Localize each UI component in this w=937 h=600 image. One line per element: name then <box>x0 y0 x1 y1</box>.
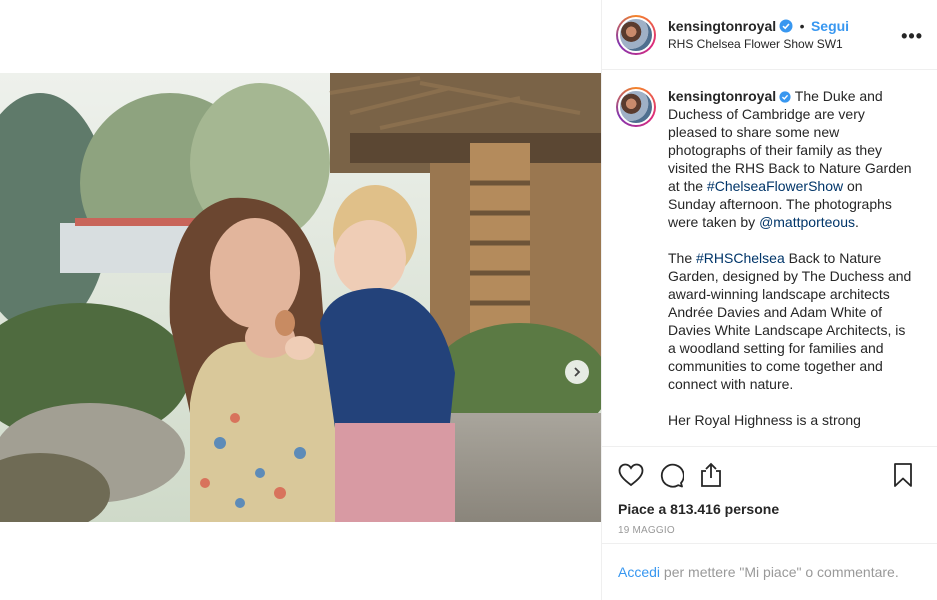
separator-dot: • <box>799 18 805 34</box>
post-sidebar: kensingtonroyal • Segui RHS Chelsea Flow… <box>601 0 937 600</box>
action-icons <box>618 459 921 491</box>
post-header: kensingtonroyal • Segui RHS Chelsea Flow… <box>602 0 937 70</box>
post-actions: Piace a 813.416 persone 19 MAGGIO <box>602 446 937 536</box>
like-button[interactable] <box>618 462 644 488</box>
media-pane <box>0 0 601 600</box>
hashtag-link[interactable]: #RHSChelsea <box>696 250 785 266</box>
caption-paragraph-3: Her Royal Highness is a strong <box>668 411 913 429</box>
caption-username-link[interactable]: kensingtonroyal <box>668 88 776 104</box>
mention-link[interactable]: @mattporteous <box>759 214 855 230</box>
caption: kensingtonroyal The Duke and Duchess of … <box>616 87 921 446</box>
caption-text-part: Her Royal Highness is a strong <box>668 412 861 428</box>
header-text: kensingtonroyal • Segui RHS Chelsea Flow… <box>668 17 849 52</box>
more-options-button[interactable]: ••• <box>901 26 923 47</box>
comment-button[interactable] <box>658 462 684 488</box>
verified-badge-icon <box>779 19 793 33</box>
login-prompt: Accedi per mettere "Mi piace" o commenta… <box>602 543 937 600</box>
post-photo[interactable] <box>0 73 601 522</box>
photo-illustration <box>0 73 601 522</box>
caption-text-part: The <box>668 250 697 266</box>
bookmark-icon <box>894 463 912 487</box>
post-date: 19 MAGGIO <box>618 525 675 536</box>
caption-paragraph-1: kensingtonroyal The Duke and Duchess of … <box>668 87 913 231</box>
location-link[interactable]: RHS Chelsea Flower Show SW1 <box>668 37 849 52</box>
caption-text: kensingtonroyal The Duke and Duchess of … <box>668 87 913 446</box>
avatar-image <box>618 89 654 125</box>
caption-paragraph-2: The #RHSChelsea Back to Nature Garden, d… <box>668 249 913 393</box>
save-button[interactable] <box>893 462 913 493</box>
likes-count[interactable]: Piace a 813.416 persone <box>618 501 921 517</box>
login-link[interactable]: Accedi <box>618 564 660 580</box>
login-prompt-text: per mettere "Mi piace" o commentare. <box>660 564 899 580</box>
avatar[interactable] <box>616 14 656 55</box>
share-icon <box>701 462 721 487</box>
avatar-image <box>618 16 654 53</box>
caption-text-part: . <box>854 214 859 230</box>
verified-badge-icon <box>779 91 791 103</box>
caption-scroll-area[interactable]: kensingtonroyal The Duke and Duchess of … <box>602 71 937 446</box>
heart-icon <box>618 463 644 487</box>
comment-icon <box>660 463 684 488</box>
hashtag-link[interactable]: #ChelseaFlowerShow <box>707 178 843 194</box>
share-button[interactable] <box>698 462 724 488</box>
follow-button[interactable]: Segui <box>811 18 849 34</box>
username-link[interactable]: kensingtonroyal <box>668 18 776 34</box>
chevron-right-icon <box>574 367 581 377</box>
caption-text-part: Back to Nature Garden, designed by The D… <box>668 250 912 392</box>
next-photo-button[interactable] <box>565 360 589 384</box>
caption-avatar[interactable] <box>616 87 656 127</box>
